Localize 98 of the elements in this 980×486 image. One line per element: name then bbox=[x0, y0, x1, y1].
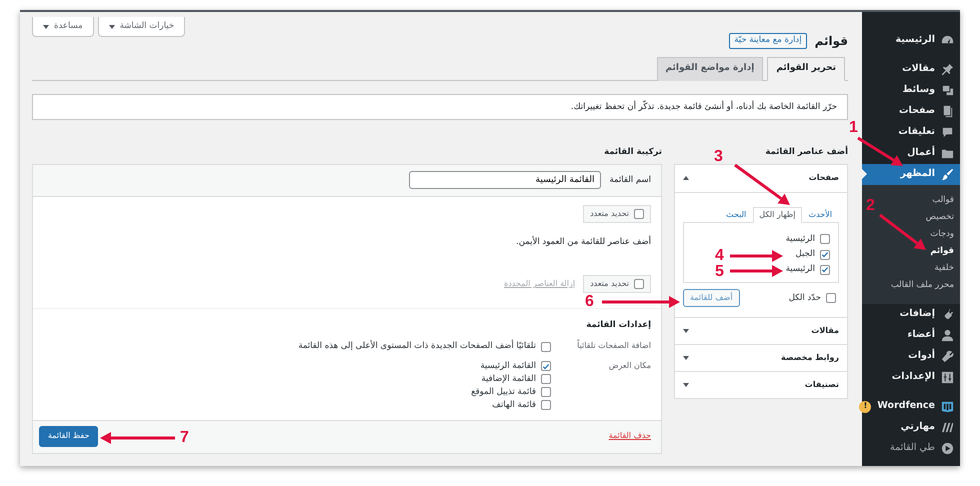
step-number: 4 bbox=[715, 248, 724, 264]
notice-text: حرّر القائمة الخاصة بك أدناه، أو أنشئ قائمة جديدة. تذكّر أن تحفظ تغييراتك. bbox=[570, 102, 837, 113]
caret-icon bbox=[43, 24, 49, 29]
annotation-arrow bbox=[730, 265, 783, 277]
annotation-arrow bbox=[730, 250, 783, 262]
caret-icon bbox=[108, 24, 115, 29]
pin-icon bbox=[941, 63, 954, 76]
checkbox[interactable] bbox=[820, 250, 830, 260]
sidebar-item[interactable]: إضافات bbox=[862, 304, 960, 325]
checkbox-label: القائمة الرئيسية bbox=[480, 360, 536, 372]
submenu-item[interactable]: قوائم bbox=[924, 243, 960, 260]
media-icon bbox=[941, 84, 954, 97]
caret-icon bbox=[683, 329, 689, 334]
brush-icon bbox=[941, 168, 954, 181]
settings-heading: إعدادات القائمة bbox=[585, 320, 651, 332]
hint-text: أضف عناصر للقائمة من العمود الأيمن. bbox=[515, 236, 651, 248]
sidebar-item[interactable]: الإعدادات bbox=[862, 367, 960, 388]
annotation-arrow bbox=[879, 214, 926, 250]
wrench-icon bbox=[941, 350, 954, 363]
checkbox[interactable] bbox=[541, 400, 551, 410]
accordion-header[interactable]: صفحات bbox=[675, 164, 847, 192]
setting-label: مكان العرض bbox=[608, 360, 651, 372]
setting-label: اضافة الصفحات تلقائياً bbox=[576, 341, 651, 352]
submenu-item[interactable]: خلفية bbox=[928, 260, 960, 277]
sidebar-item[interactable]: Wordfence ! bbox=[862, 396, 960, 417]
play-icon bbox=[941, 442, 954, 455]
screen-meta-button[interactable]: مساعدة bbox=[32, 17, 94, 38]
sidebar-item[interactable]: أعضاء bbox=[862, 325, 960, 346]
submenu-item[interactable]: محرر ملف القالب bbox=[884, 277, 960, 294]
caret-icon bbox=[683, 383, 689, 388]
sidebar-item[interactable]: مقالات bbox=[862, 59, 960, 80]
save-menu-button[interactable]: حفظ القائمة bbox=[39, 426, 98, 447]
accordion-header[interactable]: روابط مخصصة bbox=[675, 344, 847, 372]
tab[interactable]: البحث bbox=[721, 208, 752, 222]
checkbox-label: قائمة الهاتف bbox=[492, 400, 536, 411]
checkbox[interactable] bbox=[820, 264, 830, 275]
sidebar-item[interactable]: مهارتي bbox=[862, 417, 960, 438]
tab[interactable]: إظهار الكل bbox=[753, 206, 802, 223]
screen-meta-button[interactable]: خيارات الشاشة bbox=[98, 17, 186, 38]
caret-icon bbox=[683, 176, 689, 180]
live-preview-button[interactable]: إدارة مع معاينة حيّة bbox=[729, 33, 807, 49]
menu-name-field[interactable]: القائمة الرئيسية bbox=[409, 171, 602, 190]
accordion-header[interactable]: تصنيفات bbox=[675, 371, 847, 398]
field-label: اسم القائمة bbox=[609, 174, 651, 186]
accordion-header[interactable]: مقالات bbox=[675, 317, 847, 344]
delete-menu-link[interactable]: حذف القائمة bbox=[608, 431, 651, 442]
checkbox-label: تحديد متعدد bbox=[590, 279, 629, 290]
tab[interactable]: الأحدث bbox=[804, 208, 837, 222]
page-icon bbox=[941, 105, 954, 118]
checkbox-label: الرئيسية bbox=[786, 234, 815, 246]
sidebar-item[interactable]: طي القائمة bbox=[862, 438, 960, 459]
checkbox[interactable] bbox=[541, 374, 551, 384]
caret-icon bbox=[683, 356, 689, 360]
checkbox[interactable] bbox=[541, 342, 551, 352]
checkbox-label: تلقائيًا أضف الصفحات الجديدة ذات المستوى الأعلى إلى هذه القائمة bbox=[298, 341, 536, 352]
checkbox-label: قائمة تذييل الموقع bbox=[471, 386, 536, 398]
checkbox[interactable] bbox=[634, 279, 644, 290]
stripes-icon bbox=[941, 421, 954, 434]
sidebar-item[interactable]: تعليقات bbox=[862, 122, 960, 143]
sidebar-item[interactable]: صفحات bbox=[862, 101, 960, 122]
step-number: 7 bbox=[180, 430, 189, 446]
checkbox[interactable] bbox=[826, 293, 836, 304]
shield-icon bbox=[941, 400, 954, 413]
section-heading: أضف عناصر القائمة bbox=[764, 146, 848, 155]
comment-icon bbox=[941, 126, 954, 139]
create-menu-link[interactable]: أنشئ قائمة جديدة bbox=[660, 102, 724, 112]
checkbox[interactable] bbox=[820, 234, 830, 244]
sidebar-item[interactable]: وسائط bbox=[862, 80, 960, 101]
sidebar-item[interactable]: المظهر bbox=[862, 164, 960, 185]
submenu-item[interactable]: ودجات bbox=[924, 226, 960, 243]
sliders-icon bbox=[941, 371, 954, 384]
checkbox[interactable] bbox=[634, 208, 644, 219]
step-number: 3 bbox=[714, 149, 723, 165]
step-number: 5 bbox=[715, 264, 724, 280]
checkbox[interactable] bbox=[541, 361, 551, 372]
checkbox-label: الجبل bbox=[796, 249, 815, 260]
page-title: قوائم bbox=[814, 34, 848, 48]
checkbox-label: تحديد متعدد bbox=[590, 208, 629, 219]
checkbox-label: الرئيسية bbox=[786, 264, 815, 276]
folder-icon bbox=[941, 147, 954, 160]
annotation-arrow bbox=[857, 136, 903, 166]
submenu-item[interactable]: قوالب bbox=[926, 192, 960, 209]
annotation-arrow bbox=[734, 164, 790, 205]
checkbox-label: حدّد الكل bbox=[788, 292, 821, 304]
sidebar-item[interactable]: أدوات bbox=[862, 346, 960, 367]
tab[interactable]: إدارة مواضع القوائم bbox=[656, 56, 764, 81]
step-number: 1 bbox=[849, 120, 858, 136]
user-icon bbox=[941, 329, 954, 342]
tab[interactable]: تحرير القوائم bbox=[767, 56, 845, 81]
step-number: 2 bbox=[866, 198, 875, 214]
checkbox[interactable] bbox=[541, 387, 551, 398]
checkbox-label: القائمة الإضافية bbox=[481, 374, 536, 385]
step-number: 6 bbox=[585, 294, 594, 310]
sidebar-item[interactable]: الرئيسية bbox=[862, 30, 960, 51]
sidebar-item[interactable]: أعمال bbox=[862, 143, 960, 164]
section-heading: تركيبة القائمة bbox=[603, 146, 662, 155]
submenu-item[interactable]: تخصيص bbox=[920, 209, 960, 226]
warning-badge: ! bbox=[859, 400, 872, 412]
